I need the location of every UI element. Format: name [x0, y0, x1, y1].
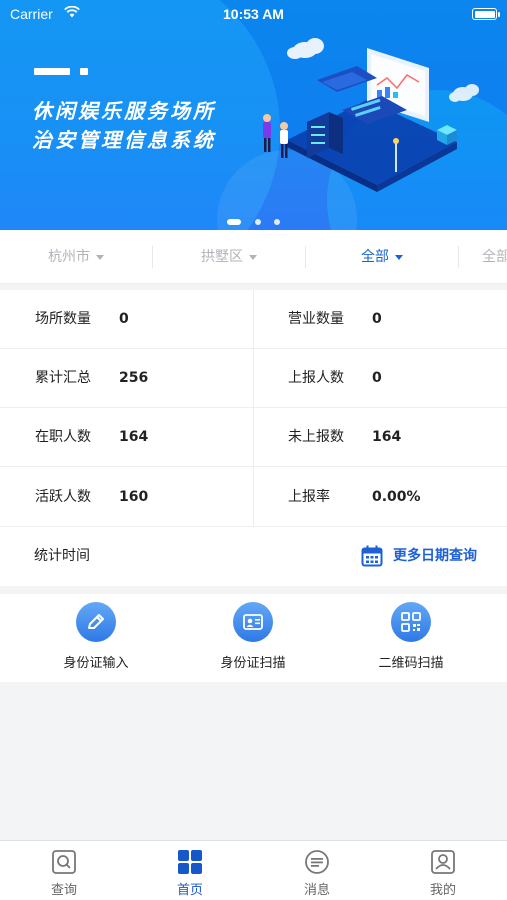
id-card-input-button[interactable]: 身份证输入 [36, 602, 156, 671]
filter-district-label: 拱墅区 [201, 249, 243, 265]
message-icon [305, 850, 329, 874]
tab-profile[interactable]: 我的 [403, 849, 483, 898]
grid-icon [178, 850, 202, 874]
battery-icon [472, 8, 500, 20]
chevron-down-icon [96, 254, 104, 260]
filter-city[interactable]: 杭州市 [0, 230, 152, 284]
tab-label: 首页 [176, 883, 203, 898]
stat-value: 0 [372, 311, 382, 327]
banner-illustration [263, 38, 479, 192]
divider [253, 290, 254, 527]
stat-time-label: 统计时间 [34, 548, 90, 564]
stat-value: 256 [119, 370, 149, 386]
qr-code-icon [391, 602, 431, 642]
more-dates-button[interactable]: 更多日期查询 [361, 544, 477, 568]
id-card-icon [233, 602, 273, 642]
tab-home[interactable]: 首页 [150, 849, 230, 898]
stat-value: 0.00% [372, 489, 421, 505]
status-bar: Carrier 10:53 AM [0, 0, 507, 28]
stat-label: 场所数量 [35, 311, 91, 327]
status-time: 10:53 AM [223, 6, 284, 22]
banner-decoration [34, 68, 70, 75]
tab-bar: 查询 首页 消息 我的 [0, 840, 507, 900]
filter-category-label: 全部 [361, 249, 389, 265]
stat-label: 上报率 [288, 489, 330, 505]
banner-title-line1: 休闲娱乐服务场所 [32, 99, 216, 123]
banner-title-line2: 治安管理信息系统 [32, 128, 216, 152]
filter-city-label: 杭州市 [48, 249, 90, 265]
divider [458, 246, 459, 268]
id-card-scan-button[interactable]: 身份证扫描 [193, 602, 313, 671]
banner-decoration [80, 68, 88, 75]
action-label: 二维码扫描 [378, 656, 444, 671]
stat-label: 营业数量 [288, 311, 344, 327]
calendar-icon [361, 545, 383, 567]
filter-category[interactable]: 全部 [306, 230, 458, 284]
stat-value: 164 [372, 429, 402, 445]
carousel-dot-active[interactable] [227, 218, 242, 225]
pencil-icon [76, 602, 116, 642]
action-label: 身份证输入 [63, 656, 129, 671]
carousel-indicator[interactable] [0, 211, 507, 225]
filter-bar: 杭州市 拱墅区 全部 全部 [0, 230, 507, 284]
stat-label: 累计汇总 [35, 370, 91, 386]
chevron-down-icon [395, 254, 403, 260]
quick-actions: 身份证输入 身份证扫描 二维码扫描 [0, 594, 507, 682]
profile-icon [431, 850, 455, 874]
stat-value: 164 [119, 429, 149, 445]
tab-label: 消息 [303, 883, 330, 898]
filter-district[interactable]: 拱墅区 [153, 230, 305, 284]
qr-code-scan-button[interactable]: 二维码扫描 [351, 602, 471, 671]
tab-messages[interactable]: 消息 [277, 849, 357, 898]
stat-value: 160 [119, 489, 149, 505]
carousel-dot[interactable] [273, 218, 280, 225]
action-label: 身份证扫描 [220, 656, 286, 671]
stat-label: 活跃人数 [35, 489, 91, 505]
chevron-down-icon [249, 254, 257, 260]
tab-label: 我的 [429, 883, 456, 898]
tab-query[interactable]: 查询 [24, 849, 104, 898]
search-icon [52, 850, 76, 874]
filter-status[interactable]: 全部 [482, 230, 507, 284]
more-dates-label: 更多日期查询 [393, 548, 477, 564]
stat-time-row: 统计时间 更多日期查询 [0, 527, 507, 586]
filter-status-label: 全部 [482, 249, 507, 265]
carousel-dot[interactable] [254, 218, 261, 225]
stat-label: 未上报数 [288, 429, 344, 445]
stat-value: 0 [119, 311, 129, 327]
banner-carousel[interactable]: Carrier 10:53 AM 休闲娱乐服务场所 治安管理信息系统 [0, 0, 507, 230]
stats-panel: 场所数量 0 营业数量 0 累计汇总 256 上报人数 0 在职人数 164 未上报数 16… [0, 290, 507, 586]
stat-label: 上报人数 [288, 370, 344, 386]
tab-label: 查询 [50, 883, 77, 898]
stat-label: 在职人数 [35, 429, 91, 445]
stat-value: 0 [372, 370, 382, 386]
